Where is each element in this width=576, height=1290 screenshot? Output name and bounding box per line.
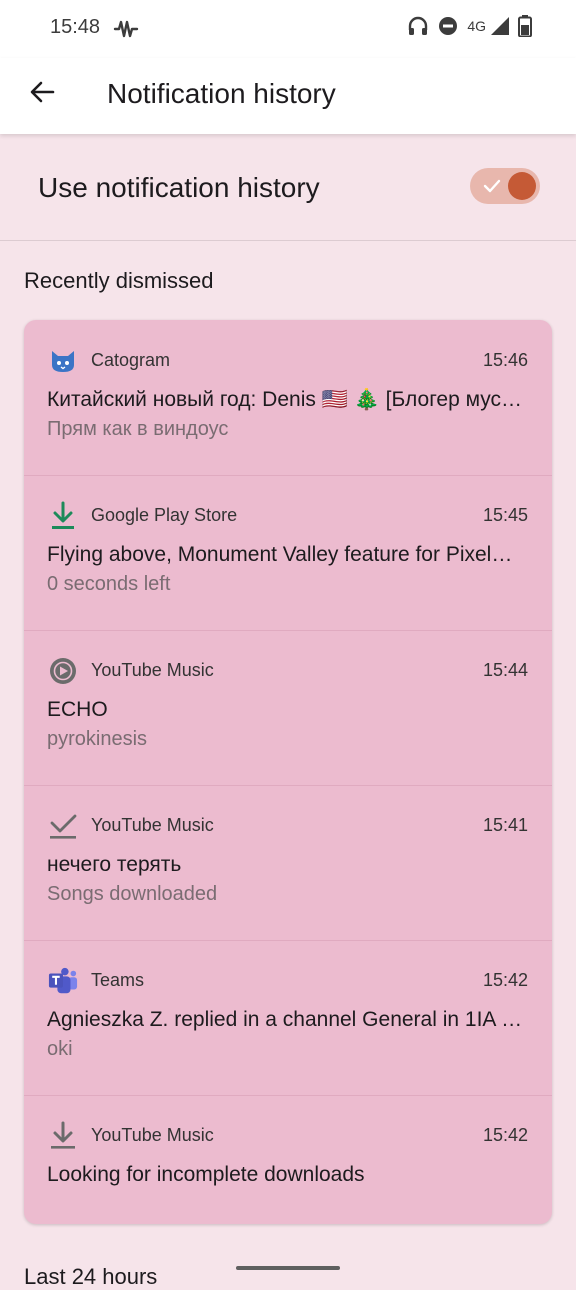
recent-notifications-card: Catogram 15:46 Китайский новый год: Deni… bbox=[24, 320, 552, 1224]
notification-time: 15:41 bbox=[482, 815, 528, 835]
check-icon bbox=[48, 811, 78, 841]
cat-icon bbox=[48, 346, 78, 376]
divider bbox=[0, 240, 576, 241]
download-icon bbox=[48, 1121, 78, 1151]
notification-title: Looking for incomplete downloads bbox=[47, 1163, 365, 1186]
do-not-disturb-icon bbox=[437, 15, 459, 37]
app-name: YouTube Music bbox=[91, 1125, 214, 1145]
gesture-nav-handle[interactable] bbox=[236, 1266, 340, 1270]
signal-icon bbox=[490, 16, 510, 36]
play-circle-icon bbox=[48, 656, 78, 686]
notification-title: Agnieszka Z. replied in a channel Genera… bbox=[47, 1008, 531, 1031]
notification-time: 15:46 bbox=[482, 350, 528, 370]
app-name: Google Play Store bbox=[91, 505, 238, 525]
toggle-label: Use notification history bbox=[38, 172, 320, 203]
notification-title: Китайский новый год: Denis 🇺🇸 🎄 [Блогер … bbox=[47, 388, 523, 411]
download-icon bbox=[48, 501, 78, 531]
app-name: YouTube Music bbox=[91, 660, 214, 680]
notification-text: oki bbox=[47, 1038, 73, 1060]
notification-item[interactable]: Catogram 15:46 Китайский новый год: Deni… bbox=[24, 320, 552, 476]
battery-icon bbox=[518, 15, 532, 37]
notification-item[interactable]: Google Play Store 15:45 Flying above, Mo… bbox=[24, 475, 552, 631]
status-icons: 4G bbox=[407, 15, 532, 37]
back-button[interactable] bbox=[24, 76, 60, 112]
notification-time: 15:44 bbox=[482, 660, 528, 680]
notification-history-toggle-row[interactable]: Use notification history bbox=[0, 136, 576, 240]
app-name: YouTube Music bbox=[91, 815, 214, 835]
notification-text: pyrokinesis bbox=[47, 728, 148, 750]
check-icon bbox=[482, 176, 502, 201]
teams-icon bbox=[48, 966, 78, 996]
notification-item[interactable]: YouTube Music 15:44 ECHO pyrokinesis bbox=[24, 630, 552, 786]
notification-time: 15:42 bbox=[482, 1125, 528, 1145]
notification-item[interactable]: YouTube Music 15:42 Looking for incomple… bbox=[24, 1095, 552, 1224]
notification-title: нечего терять bbox=[47, 853, 182, 876]
section-last-24-hours: Last 24 hours bbox=[24, 1264, 158, 1289]
app-name: Teams bbox=[91, 970, 145, 990]
page-title: Notification history bbox=[107, 78, 336, 109]
notification-title: Flying above, Monument Valley feature fo… bbox=[47, 543, 513, 566]
app-name: Catogram bbox=[91, 350, 171, 370]
headphones-icon bbox=[407, 15, 429, 37]
arrow-back-icon bbox=[29, 81, 55, 108]
app-bar: Notification history bbox=[0, 58, 576, 134]
notification-item[interactable]: YouTube Music 15:41 нечего терять Songs … bbox=[24, 785, 552, 941]
notification-time: 15:42 bbox=[482, 970, 528, 990]
status-time: 15:48 bbox=[50, 16, 101, 38]
notification-text: 0 seconds left bbox=[47, 573, 171, 595]
notification-history-switch[interactable] bbox=[470, 168, 540, 204]
network-type: 4G bbox=[467, 18, 486, 34]
notification-item[interactable]: Teams 15:42 Agnieszka Z. replied in a ch… bbox=[24, 940, 552, 1096]
notification-text: Songs downloaded bbox=[47, 883, 218, 905]
notification-title: ECHO bbox=[47, 698, 108, 721]
notification-time: 15:45 bbox=[482, 505, 528, 525]
notification-text: Прям как в виндоус bbox=[47, 418, 229, 440]
section-recently-dismissed: Recently dismissed bbox=[24, 268, 214, 293]
switch-thumb bbox=[508, 172, 536, 200]
status-bar: 15:48 4G bbox=[0, 0, 576, 58]
soundwave-icon bbox=[113, 16, 139, 42]
